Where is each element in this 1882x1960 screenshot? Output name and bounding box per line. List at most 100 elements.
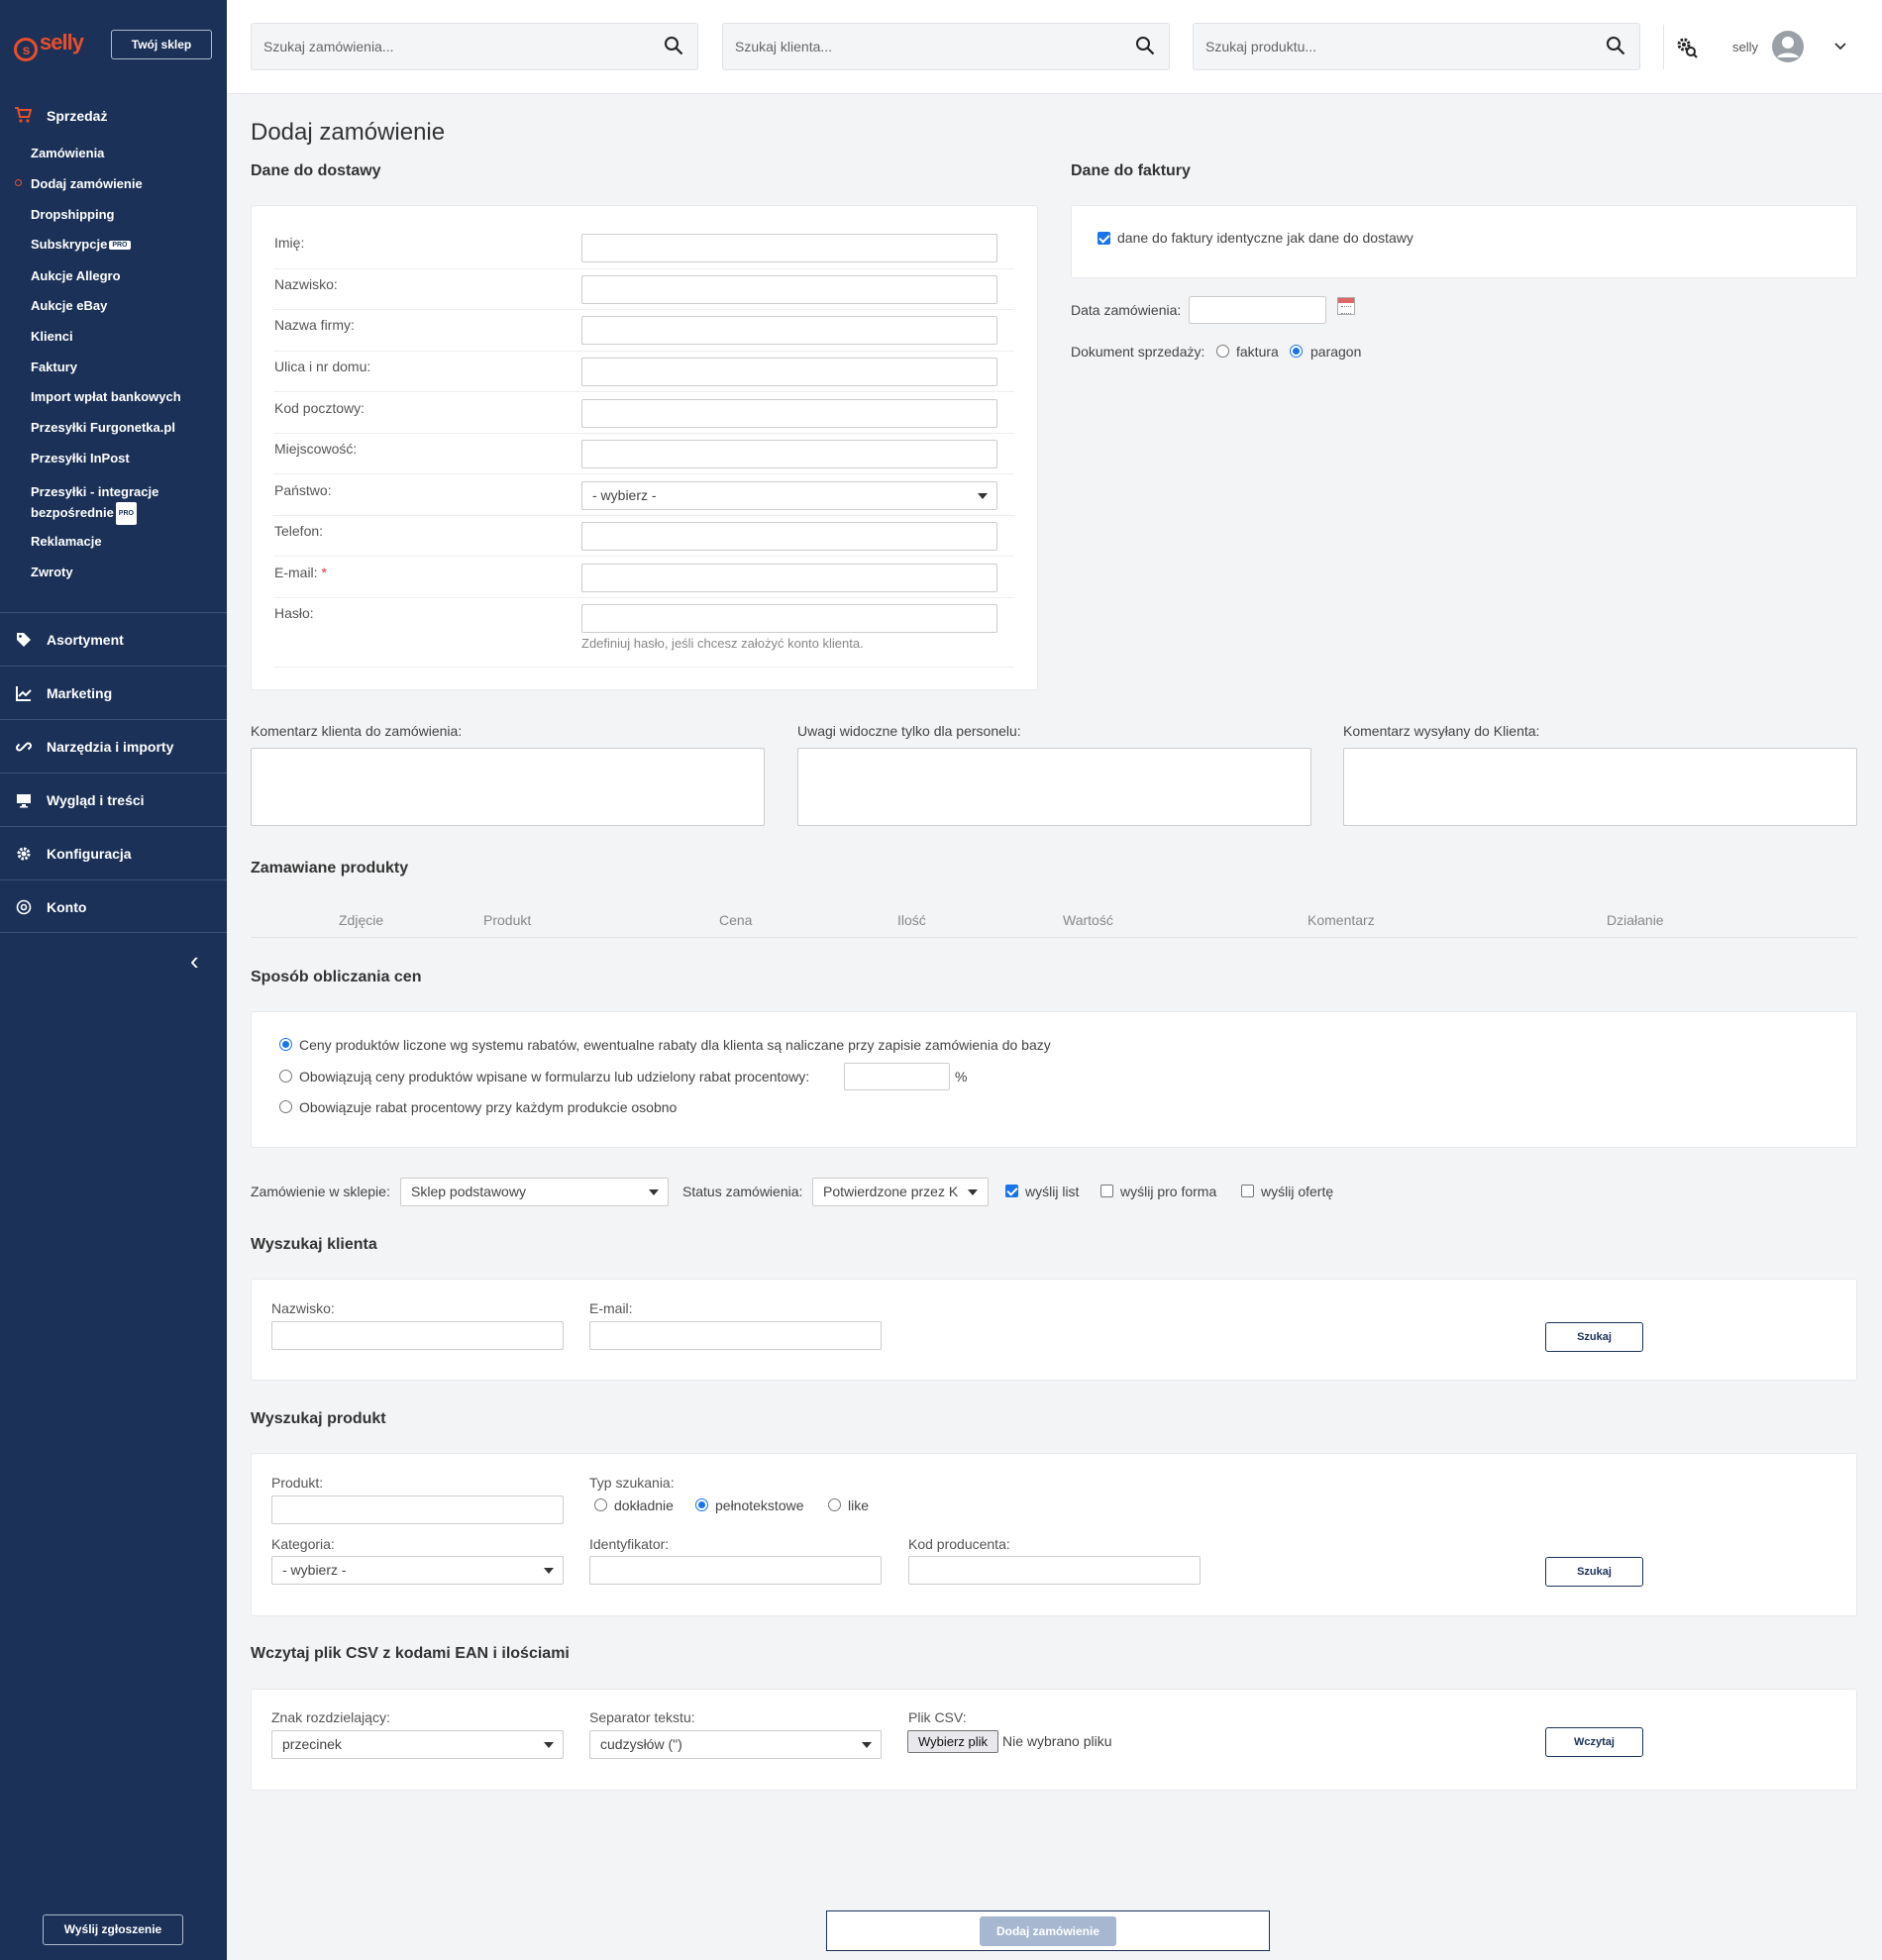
send-offer-checkbox[interactable] bbox=[1241, 1185, 1254, 1197]
delimiter-select[interactable]: przecinek bbox=[271, 1730, 564, 1759]
receipt-radio[interactable] bbox=[1290, 345, 1303, 358]
search-client-button[interactable]: Szukaj bbox=[1545, 1322, 1643, 1352]
your-shop-button[interactable]: Twój sklep bbox=[111, 30, 212, 59]
sidebar-item-label-2: bezpośrednie bbox=[31, 505, 114, 520]
country-select[interactable]: - wybierz - bbox=[581, 481, 997, 510]
email-input[interactable] bbox=[581, 564, 997, 592]
invoice-radio[interactable] bbox=[1216, 345, 1229, 358]
delimiter-select-value: przecinek bbox=[282, 1736, 342, 1752]
username[interactable]: selly bbox=[1732, 40, 1758, 54]
sidebar-item-add-order[interactable]: Dodaj zamówienie bbox=[31, 176, 143, 191]
sidebar-item-subscriptions[interactable]: Subskrypcje PRO bbox=[31, 237, 131, 252]
search-orders-input[interactable] bbox=[252, 24, 648, 69]
sidebar-section-label: Marketing bbox=[47, 685, 113, 701]
search-icon[interactable] bbox=[1606, 36, 1625, 55]
sidebar-item-furgonetka[interactable]: Przesyłki Furgonetka.pl bbox=[31, 420, 175, 435]
sidebar-item-clients[interactable]: Klienci bbox=[31, 329, 73, 344]
sidebar-item-direct-integrations[interactable]: Przesyłki - integracje bezpośrednie PRO bbox=[31, 481, 158, 525]
collapse-sidebar-icon[interactable]: ‹ bbox=[190, 946, 199, 977]
client-email-input[interactable] bbox=[589, 1321, 882, 1350]
comment-staff-textarea[interactable] bbox=[797, 748, 1311, 826]
chevron-down-icon[interactable] bbox=[1833, 42, 1847, 52]
search-products-input[interactable] bbox=[1194, 24, 1590, 69]
sidebar-item-complaints[interactable]: Reklamacje bbox=[31, 534, 102, 549]
product-input[interactable] bbox=[271, 1496, 564, 1524]
password-input[interactable] bbox=[581, 604, 997, 633]
pricing-percent-input[interactable] bbox=[844, 1063, 950, 1090]
producer-code-input[interactable] bbox=[908, 1556, 1201, 1585]
col-comment: Komentarz bbox=[1307, 912, 1375, 928]
pricing-option-discounts-radio[interactable] bbox=[279, 1038, 292, 1051]
selly-logo[interactable]: s selly bbox=[14, 30, 84, 61]
send-report-button[interactable]: Wyślij zgłoszenie bbox=[43, 1914, 183, 1945]
text-separator-select[interactable]: cudzysłów (") bbox=[589, 1730, 882, 1759]
choose-file-button[interactable]: Wybierz plik bbox=[907, 1730, 998, 1753]
settings-search-icon[interactable] bbox=[1675, 36, 1699, 59]
search-product-button[interactable]: Szukaj bbox=[1545, 1557, 1643, 1587]
chart-line-icon bbox=[15, 667, 33, 720]
load-csv-button[interactable]: Wczytaj bbox=[1545, 1727, 1643, 1757]
category-select[interactable]: - wybierz - bbox=[271, 1556, 564, 1585]
send-letter-label: wyślij list bbox=[1025, 1184, 1080, 1199]
comment-client-textarea[interactable] bbox=[251, 748, 765, 826]
comment-sent-textarea[interactable] bbox=[1343, 748, 1857, 826]
avatar-icon[interactable] bbox=[1772, 31, 1804, 62]
order-date-input[interactable] bbox=[1189, 296, 1326, 324]
pricing-option-per-product-radio[interactable] bbox=[279, 1100, 292, 1113]
street-input[interactable] bbox=[581, 358, 997, 386]
sidebar-item-dropshipping[interactable]: Dropshipping bbox=[31, 207, 115, 222]
shop-select[interactable]: Sklep podstawowy bbox=[400, 1178, 669, 1206]
search-icon[interactable] bbox=[1135, 36, 1155, 55]
add-order-button[interactable]: Dodaj zamówienie bbox=[980, 1916, 1116, 1946]
sidebar-section-appearance[interactable]: Wygląd i treści bbox=[0, 773, 227, 826]
sidebar-item-invoices[interactable]: Faktury bbox=[31, 360, 77, 374]
search-type-fulltext-radio[interactable] bbox=[695, 1498, 708, 1511]
sidebar-section-configuration[interactable]: Konfiguracja bbox=[0, 826, 227, 879]
sidebar: s selly Twój sklep Sprzedaż Zamówienia Do… bbox=[0, 0, 227, 1960]
postcode-input[interactable] bbox=[581, 399, 997, 428]
identifier-input[interactable] bbox=[589, 1556, 882, 1585]
order-date-label: Data zamówienia: bbox=[1071, 302, 1182, 318]
company-input[interactable] bbox=[581, 316, 997, 345]
search-product-title: Wyszukaj produkt bbox=[251, 1410, 386, 1427]
sidebar-section-assortment[interactable]: Asortyment bbox=[0, 612, 227, 666]
divider bbox=[273, 309, 1014, 310]
sidebar-section-account[interactable]: Konto bbox=[0, 879, 227, 933]
last-name-label: Nazwisko: bbox=[274, 276, 338, 292]
text-separator-select-value: cudzysłów (") bbox=[600, 1736, 682, 1752]
ordered-products-title: Zamawiane produkty bbox=[251, 860, 409, 877]
sidebar-item-label: Przesyłki - integracje bbox=[31, 484, 159, 499]
sidebar-item-orders[interactable]: Zamówienia bbox=[31, 146, 104, 160]
percent-unit: % bbox=[955, 1069, 968, 1084]
pricing-option-form-prices-radio[interactable] bbox=[279, 1070, 292, 1083]
sidebar-item-ebay[interactable]: Aukcje eBay bbox=[31, 298, 107, 313]
tag-icon bbox=[15, 613, 33, 667]
status-select[interactable]: Potwierdzone przez K bbox=[812, 1178, 989, 1206]
sidebar-item-inpost[interactable]: Przesyłki InPost bbox=[31, 451, 130, 465]
caret-down-icon bbox=[544, 1568, 554, 1574]
send-letter-checkbox[interactable] bbox=[1005, 1185, 1018, 1197]
divider bbox=[273, 473, 1014, 474]
sidebar-item-allegro[interactable]: Aukcje Allegro bbox=[31, 268, 121, 283]
gear-icon bbox=[15, 827, 33, 880]
search-type-like-radio[interactable] bbox=[828, 1498, 841, 1511]
city-input[interactable] bbox=[581, 440, 997, 468]
search-clients bbox=[722, 23, 1170, 70]
search-type-exact-radio[interactable] bbox=[594, 1498, 607, 1511]
calendar-icon[interactable] bbox=[1337, 297, 1355, 315]
client-lastname-input[interactable] bbox=[271, 1321, 564, 1350]
sidebar-section-marketing[interactable]: Marketing bbox=[0, 666, 227, 719]
search-icon[interactable] bbox=[664, 36, 683, 55]
last-name-input[interactable] bbox=[581, 275, 997, 304]
invoice-same-checkbox[interactable] bbox=[1098, 232, 1110, 245]
sidebar-section-sales[interactable]: Sprzedaż bbox=[0, 99, 227, 133]
sidebar-section-tools[interactable]: Narzędzia i importy bbox=[0, 719, 227, 773]
col-product: Produkt bbox=[483, 912, 532, 928]
phone-input[interactable] bbox=[581, 522, 997, 551]
first-name-input[interactable] bbox=[581, 234, 997, 262]
pro-badge: PRO bbox=[115, 502, 137, 525]
sidebar-item-returns[interactable]: Zwroty bbox=[31, 565, 73, 579]
search-clients-input[interactable] bbox=[723, 24, 1119, 69]
send-proforma-checkbox[interactable] bbox=[1100, 1185, 1113, 1197]
sidebar-item-bank-import[interactable]: Import wpłat bankowych bbox=[31, 389, 181, 404]
